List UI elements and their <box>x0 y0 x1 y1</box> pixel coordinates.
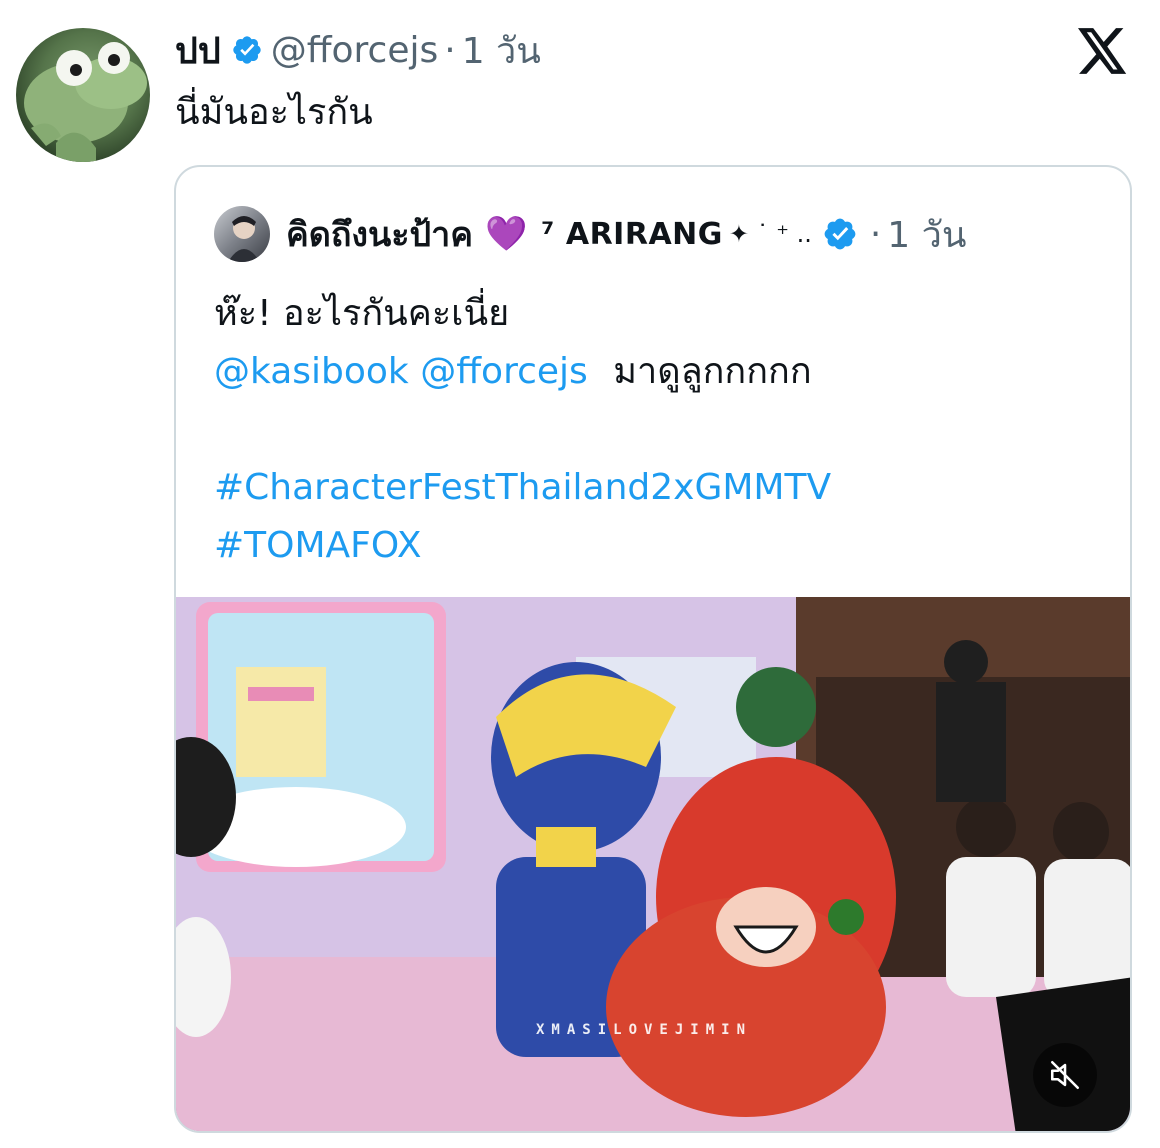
verified-badge-icon <box>233 36 261 64</box>
hashtag-link[interactable]: #CharacterFestThailand2xGMMTV <box>214 467 831 508</box>
quote-timestamp[interactable]: 1 วัน <box>887 206 966 263</box>
tweet-text: นี่มันอะไรกัน <box>175 92 373 133</box>
sparkle-decoration: ✦ ˙ ⁺ .. <box>728 220 812 248</box>
hashtag-line: #TOMAFOX <box>214 517 1094 575</box>
quote-header: คิดถึงนะป้าค 💜 ⁷ ARIRANG ✦ ˙ ⁺ .. · 1 วั… <box>214 204 966 264</box>
quote-header-separator: · <box>869 213 882 255</box>
video-frame-image <box>176 597 1130 1131</box>
mute-toggle-button[interactable] <box>1033 1043 1097 1107</box>
quote-text-line: ห๊ะ! อะไรกันคะเนี่ย <box>214 293 510 334</box>
speaker-muted-icon <box>1050 1060 1080 1090</box>
header-separator: · <box>444 29 456 71</box>
tweet-timestamp[interactable]: 1 วัน <box>462 22 541 79</box>
mention-tail-text: มาดูลูกกกกก <box>613 351 812 392</box>
frog-avatar-image <box>24 42 147 162</box>
mention-link[interactable]: @kasibook <box>214 351 409 392</box>
hashtag-line: #CharacterFestThailand2xGMMTV <box>214 459 1094 517</box>
x-logo-icon[interactable] <box>1078 28 1128 74</box>
quote-author-name[interactable]: คิดถึงนะป้าค <box>286 207 473 261</box>
purple-heart-emoji: 💜 <box>484 214 528 254</box>
hashtag-link[interactable]: #TOMAFOX <box>214 525 422 566</box>
quote-avatar-image <box>228 216 260 262</box>
video-watermark: XMASILOVEJIMIN <box>536 1022 753 1038</box>
quote-author-avatar[interactable] <box>214 206 270 262</box>
video-player[interactable]: XMASILOVEJIMIN <box>176 597 1130 1131</box>
author-name[interactable]: ปป <box>175 22 221 79</box>
mention-link[interactable]: @fforcejs <box>420 351 588 392</box>
author-avatar[interactable] <box>16 28 150 162</box>
quote-mention-line: @kasibook @fforcejs มาดูลูกกกกก <box>214 343 1094 401</box>
quote-body: ห๊ะ! อะไรกันคะเนี่ย @kasibook @fforcejs … <box>214 285 1094 575</box>
quote-name-suffix: ⁷ ARIRANG <box>541 216 723 252</box>
author-handle[interactable]: @fforcejs <box>271 30 439 71</box>
tweet-header: ปป @fforcejs · 1 วัน <box>175 22 541 78</box>
quoted-tweet-card[interactable]: คิดถึงนะป้าค 💜 ⁷ ARIRANG ✦ ˙ ⁺ .. · 1 วั… <box>174 165 1132 1133</box>
quote-verified-badge-icon <box>824 218 856 250</box>
